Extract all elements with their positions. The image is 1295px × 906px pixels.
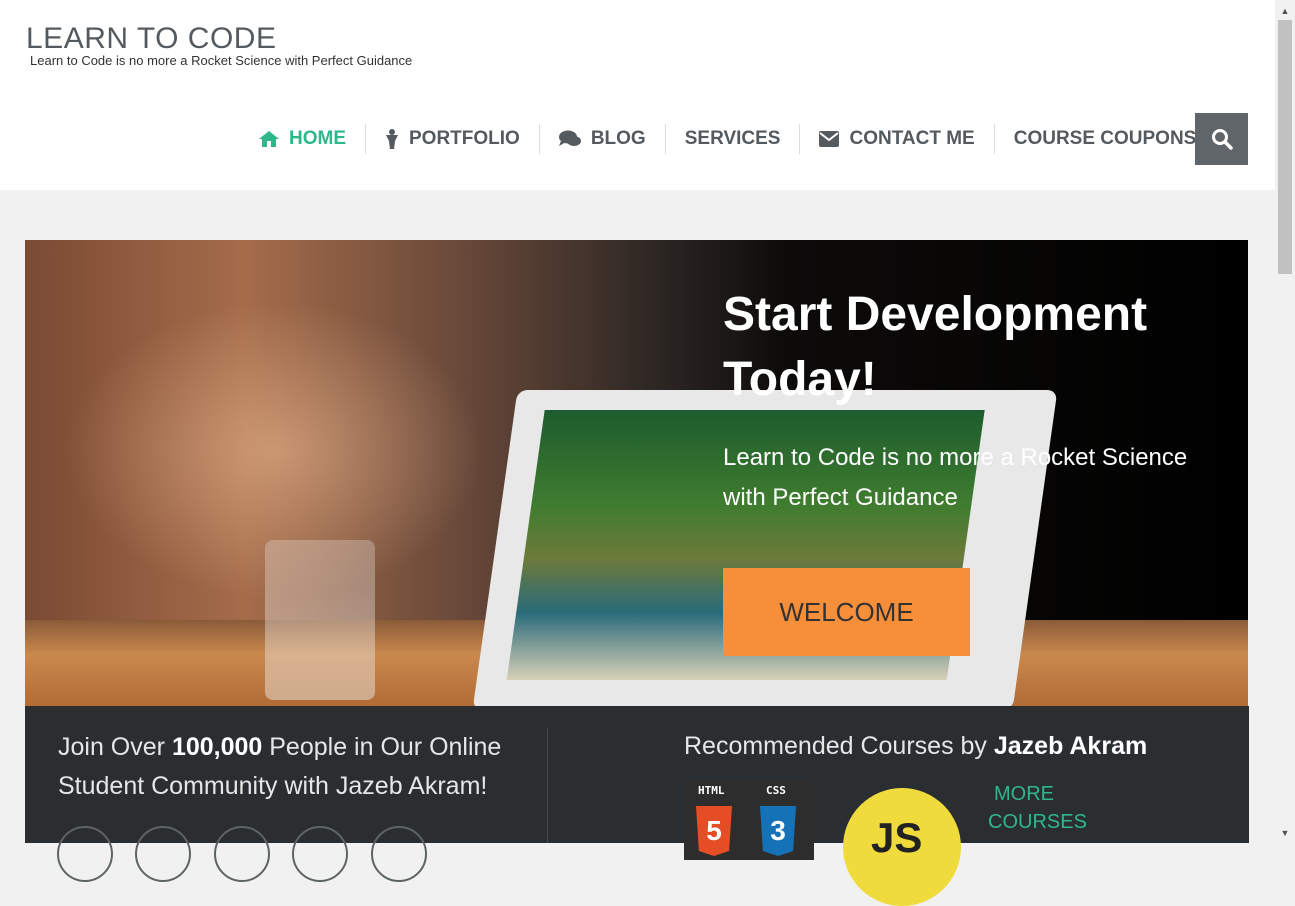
html-css-course-card[interactable]: HTML CSS 5 3 bbox=[684, 780, 814, 860]
nav-item-contact[interactable]: CONTACT ME bbox=[799, 124, 993, 154]
nav-item-course-coupons[interactable]: COURSE COUPONS bbox=[993, 124, 1216, 154]
author-name: Jazeb Akram bbox=[993, 732, 1148, 760]
nav-label: HOME bbox=[289, 128, 346, 149]
html-label: HTML bbox=[698, 784, 725, 797]
social-icon-2[interactable] bbox=[135, 826, 191, 882]
site-header: LEARN TO CODE Learn to Code is no more a… bbox=[0, 0, 1275, 190]
main-nav: HOME PORTFOLIO BLOG SERVICES CONTACT ME … bbox=[240, 113, 1215, 165]
community-count: 100,000 bbox=[171, 733, 263, 761]
search-icon bbox=[1211, 129, 1233, 150]
hero-banner: Start Development Today! Learn to Code i… bbox=[25, 240, 1248, 706]
social-icon-4[interactable] bbox=[292, 826, 348, 882]
scroll-down-arrow-icon[interactable]: ▼ bbox=[1275, 824, 1295, 841]
nav-label: COURSE COUPONS bbox=[1013, 128, 1197, 149]
css-label: CSS bbox=[766, 784, 786, 797]
hero-glass-image bbox=[265, 540, 375, 700]
welcome-button[interactable]: WELCOME bbox=[723, 568, 970, 656]
page-scrollbar[interactable]: ▲ ▼ bbox=[1275, 0, 1295, 843]
nav-label: PORTFOLIO bbox=[409, 128, 520, 149]
nav-label: CONTACT ME bbox=[849, 128, 975, 149]
html5-shield-icon: 5 bbox=[696, 806, 732, 856]
scroll-up-arrow-icon[interactable]: ▲ bbox=[1275, 2, 1295, 19]
hero-title: Start Development Today! bbox=[723, 288, 1148, 406]
person-icon bbox=[386, 129, 398, 149]
more-courses-link[interactable]: MORE COURSES bbox=[988, 780, 1087, 836]
nav-item-home[interactable]: HOME bbox=[240, 124, 365, 154]
comments-icon bbox=[558, 130, 581, 146]
community-band: Join Over 100,000 People in Our Online S… bbox=[25, 706, 1249, 906]
nav-item-services[interactable]: SERVICES bbox=[664, 124, 800, 154]
site-title[interactable]: LEARN TO CODE bbox=[26, 22, 276, 56]
nav-item-portfolio[interactable]: PORTFOLIO bbox=[365, 124, 539, 154]
community-text: Join Over 100,000 People in Our Online S… bbox=[58, 733, 502, 800]
recommended-courses-title: Recommended Courses by Jazeb Akram bbox=[684, 732, 1148, 760]
nav-label: BLOG bbox=[590, 128, 646, 149]
js-course-card[interactable]: JS bbox=[843, 788, 961, 906]
css3-shield-icon: 3 bbox=[760, 806, 796, 856]
search-button[interactable] bbox=[1195, 113, 1248, 165]
nav-label: SERVICES bbox=[684, 128, 781, 149]
social-icon-5[interactable] bbox=[371, 826, 427, 882]
js-logo-text: JS bbox=[871, 814, 923, 861]
social-icon-3[interactable] bbox=[214, 826, 270, 882]
social-icon-1[interactable] bbox=[57, 826, 113, 882]
hero-subtitle: Learn to Code is no more a Rocket Scienc… bbox=[723, 444, 1188, 511]
nav-item-blog[interactable]: BLOG bbox=[538, 124, 665, 154]
site-tagline: Learn to Code is no more a Rocket Scienc… bbox=[30, 53, 413, 68]
scroll-thumb[interactable] bbox=[1278, 20, 1292, 274]
home-icon bbox=[259, 131, 279, 147]
band-divider bbox=[547, 728, 548, 843]
envelope-icon bbox=[819, 131, 840, 147]
